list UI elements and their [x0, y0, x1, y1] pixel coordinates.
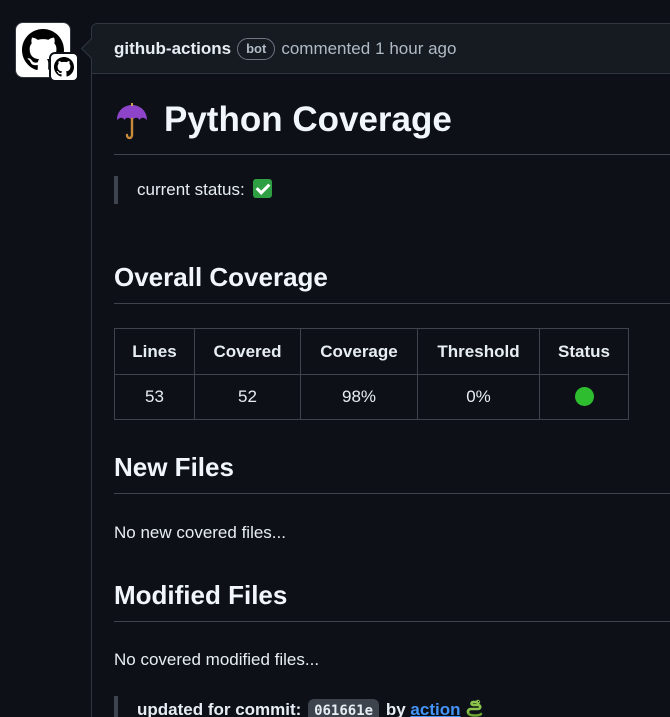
status-quote: current status: [114, 176, 634, 204]
comment-action-text: commented [281, 38, 371, 58]
column-header-coverage: Coverage [300, 328, 418, 375]
author-link[interactable]: github-actions [114, 39, 231, 59]
commit-prefix: updated for commit: [137, 700, 302, 717]
new-files-text: No new covered files... [114, 523, 286, 542]
bot-badge: bot [237, 37, 276, 60]
commit-by: by [385, 700, 406, 717]
umbrella-icon [114, 102, 150, 151]
report-title: Python Coverage [114, 100, 670, 155]
overall-coverage-heading: Overall Coverage [114, 262, 670, 304]
snake-icon [465, 699, 485, 717]
coverage-table: Lines Covered Coverage Threshold Status … [114, 328, 629, 420]
modified-files-text: No covered modified files... [114, 650, 320, 669]
cell-coverage: 98% [300, 374, 418, 420]
comment-box: github-actions bot commented 1 hour ago … [91, 23, 670, 717]
app-badge-icon [49, 52, 79, 82]
cell-threshold: 0% [417, 374, 540, 420]
green-circle-icon [574, 386, 594, 406]
column-header-status: Status [539, 328, 629, 375]
table-header-row: Lines Covered Coverage Threshold Status [114, 328, 629, 375]
column-header-covered: Covered [194, 328, 301, 375]
github-app-icon [54, 57, 74, 77]
new-files-heading: New Files [114, 452, 670, 494]
modified-files-heading: Modified Files [114, 580, 670, 622]
check-mark-icon [253, 179, 273, 198]
page: github-actions bot commented 1 hour ago … [0, 0, 670, 717]
commit-quote: updated for commit: 061661e by action [114, 696, 634, 717]
comment-timestamp[interactable]: 1 hour ago [375, 39, 456, 59]
commit-hash: 061661e [308, 699, 380, 717]
comment-header: github-actions bot commented 1 hour ago [92, 24, 670, 74]
table-row: 53 52 98% 0% [114, 374, 629, 420]
cell-lines: 53 [114, 374, 195, 420]
status-label: current status: [137, 180, 245, 199]
report-title-text: Python Coverage [164, 100, 452, 139]
column-header-threshold: Threshold [417, 328, 540, 375]
column-header-lines: Lines [114, 328, 195, 375]
cell-status [539, 374, 629, 420]
cell-covered: 52 [194, 374, 301, 420]
action-link[interactable]: action [410, 700, 460, 717]
